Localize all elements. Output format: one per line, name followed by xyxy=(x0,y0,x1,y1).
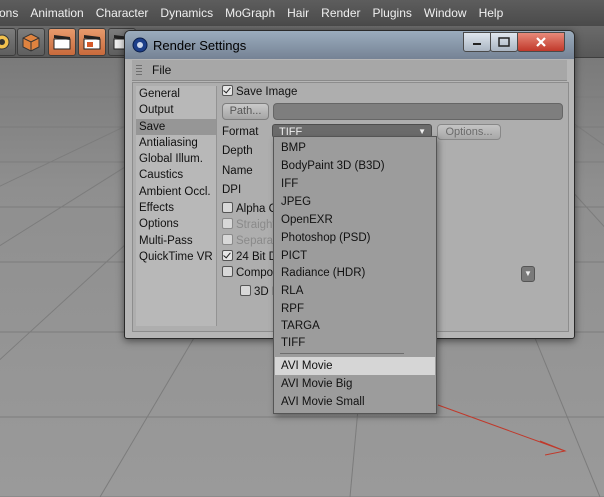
menu-item-render[interactable]: Render xyxy=(317,6,364,20)
format-option-rla[interactable]: RLA xyxy=(275,282,435,300)
straight-alpha-label: Straight xyxy=(236,219,276,231)
straight-alpha-checkbox[interactable] xyxy=(222,218,233,229)
nav-item-save[interactable]: Save xyxy=(136,118,216,135)
format-option-b3d[interactable]: BodyPaint 3D (B3D) xyxy=(275,157,435,175)
close-icon xyxy=(536,37,546,47)
bit24-dithering-row[interactable]: 24 Bit Di xyxy=(222,250,279,263)
separate-alpha-label: Separat xyxy=(236,235,277,247)
alpha-channel-row[interactable]: Alpha C xyxy=(222,202,277,215)
alpha-channel-checkbox[interactable] xyxy=(222,202,233,213)
dpi-label: DPI xyxy=(222,184,242,196)
format-option-iff[interactable]: IFF xyxy=(275,175,435,193)
menu-item-help[interactable]: Help xyxy=(475,6,508,20)
settings-nav: General Output Save Antialiasing Global … xyxy=(136,86,217,326)
window-menubar: File xyxy=(132,60,567,81)
depth-label: Depth xyxy=(222,145,253,157)
menu-item-animation[interactable]: Animation xyxy=(26,6,87,20)
cinema4d-logo-icon xyxy=(132,37,148,56)
window-title: Render Settings xyxy=(153,38,247,53)
menu-item-character[interactable]: Character xyxy=(92,6,153,20)
chevron-down-icon: ▼ xyxy=(524,269,532,278)
grip-icon xyxy=(136,65,142,75)
format-option-avi-movie[interactable]: AVI Movie xyxy=(275,357,435,375)
menu-item-file[interactable]: File xyxy=(152,63,171,77)
save-image-checkbox[interactable] xyxy=(222,85,233,96)
format-option-hdr[interactable]: Radiance (HDR) xyxy=(275,264,435,282)
format-dropdown: BMP BodyPaint 3D (B3D) IFF JPEG OpenEXR … xyxy=(273,136,437,414)
nav-item-effects[interactable]: Effects xyxy=(136,200,216,216)
nav-item-antialiasing[interactable]: Antialiasing xyxy=(136,135,216,151)
format-option-pict[interactable]: PICT xyxy=(275,247,435,265)
format-option-bmp[interactable]: BMP xyxy=(275,139,435,157)
format-option-avi-movie-big[interactable]: AVI Movie Big xyxy=(275,375,435,393)
compositing-row[interactable]: Compos xyxy=(222,266,279,279)
render-picture-viewer-icon[interactable] xyxy=(78,28,106,56)
menu-item-hair[interactable]: Hair xyxy=(283,6,313,20)
render-view-icon[interactable] xyxy=(48,28,76,56)
format-label: Format xyxy=(222,126,259,138)
save-image-row[interactable]: Save Image xyxy=(222,85,297,98)
nav-item-caustics[interactable]: Caustics xyxy=(136,167,216,183)
minimize-icon xyxy=(473,43,481,45)
format-option-rpf[interactable]: RPF xyxy=(275,300,435,318)
main-menubar: ons Animation Character Dynamics MoGraph… xyxy=(0,0,604,26)
menu-item-dynamics[interactable]: Dynamics xyxy=(156,6,217,20)
path-field[interactable] xyxy=(273,103,563,120)
alpha-channel-label: Alpha C xyxy=(236,203,277,215)
nav-item-multi-pass[interactable]: Multi-Pass xyxy=(136,233,216,249)
bit24-dithering-checkbox[interactable] xyxy=(222,250,233,261)
cube-icon[interactable] xyxy=(17,28,45,56)
format-option-psd[interactable]: Photoshop (PSD) xyxy=(275,229,435,247)
format-option-targa[interactable]: TARGA xyxy=(275,317,435,335)
format-option-avi-movie-small[interactable]: AVI Movie Small xyxy=(275,393,435,411)
menu-item-options[interactable]: ons xyxy=(0,6,22,20)
undo-icon[interactable] xyxy=(0,28,16,56)
dropdown-separator xyxy=(280,353,404,354)
nav-item-global-illum[interactable]: Global Illum. xyxy=(136,151,216,167)
minimize-button[interactable] xyxy=(463,32,491,52)
format-option-openexr[interactable]: OpenEXR xyxy=(275,211,435,229)
compositing-checkbox[interactable] xyxy=(222,266,233,277)
nav-item-options[interactable]: Options xyxy=(136,216,216,232)
menu-item-plugins[interactable]: Plugins xyxy=(369,6,416,20)
format-option-jpeg[interactable]: JPEG xyxy=(275,193,435,211)
separate-alpha-row[interactable]: Separat xyxy=(222,234,276,247)
nav-item-quicktime-vr[interactable]: QuickTime VR xyxy=(136,249,216,265)
menu-item-mograph[interactable]: MoGraph xyxy=(221,6,279,20)
separate-alpha-checkbox[interactable] xyxy=(222,234,233,245)
straight-alpha-row[interactable]: Straight xyxy=(222,218,276,231)
3d-data-checkbox[interactable] xyxy=(240,285,251,296)
window-titlebar[interactable]: Render Settings xyxy=(125,31,574,59)
compositing-select[interactable]: ▼ xyxy=(521,266,535,282)
menu-item-window[interactable]: Window xyxy=(420,6,471,20)
format-option-tiff[interactable]: TIFF xyxy=(275,334,435,352)
nav-item-output[interactable]: Output xyxy=(136,102,216,118)
maximize-icon xyxy=(498,37,510,47)
nav-item-ambient-occl[interactable]: Ambient Occl. xyxy=(136,184,216,200)
options-button[interactable]: Options... xyxy=(437,124,501,140)
path-button[interactable]: Path... xyxy=(222,103,269,120)
save-image-label: Save Image xyxy=(236,86,298,98)
maximize-button[interactable] xyxy=(490,32,518,52)
close-button[interactable] xyxy=(517,32,565,52)
nav-item-general[interactable]: General xyxy=(136,86,216,102)
name-label: Name xyxy=(222,165,253,177)
